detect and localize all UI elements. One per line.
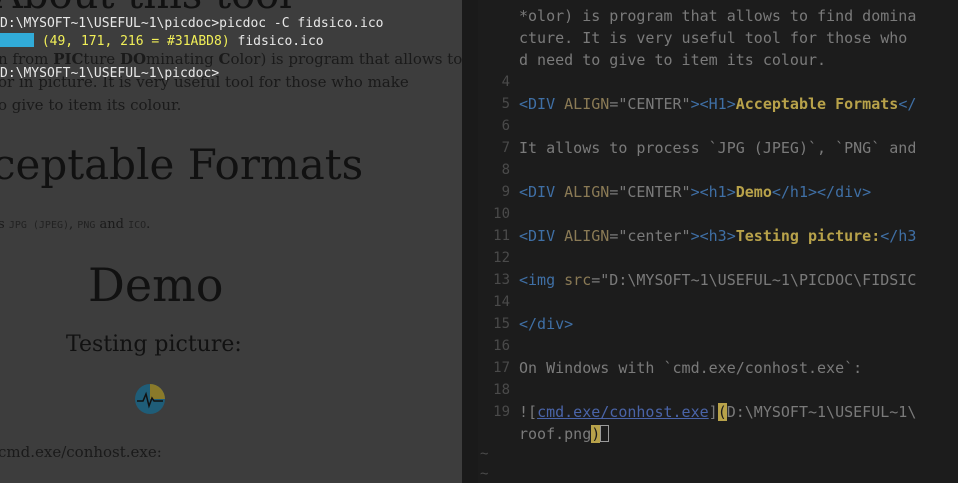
- terminal-result-line: (49, 171, 216 = #31ABD8) fidsico.ico: [0, 32, 324, 52]
- terminal-output: D:\MYSOFT~1\USEFUL~1\picdoc>picdoc -C fi…: [0, 0, 470, 81]
- line-number: 4: [501, 74, 510, 90]
- line-number: 13: [493, 272, 510, 288]
- text-cursor: [600, 425, 610, 442]
- color-value: (49, 171, 216 = #31ABD8): [34, 34, 230, 49]
- code-line-wrap: *olor) is program that allows to find do…: [519, 7, 917, 25]
- line-number: 9: [501, 184, 510, 200]
- line-number: 5: [501, 96, 510, 112]
- code-line-wrap: roof.png): [519, 423, 610, 445]
- code-line: ![cmd.exe/conhost.exe](D:\MYSOFT~1\USEFU…: [519, 403, 917, 421]
- code-line: It allows to process `JPG (JPEG)`, `PNG`…: [519, 139, 917, 157]
- code-editor[interactable]: *olor) is program that allows to find do…: [478, 0, 958, 483]
- terminal-command-line: D:\MYSOFT~1\USEFUL~1\picdoc>picdoc -C fi…: [0, 16, 384, 31]
- code-line: <DIV ALIGN="center"><h3>Testing picture:…: [519, 227, 917, 245]
- line-number: 11: [493, 228, 510, 244]
- file-name: fidsico.ico: [229, 34, 324, 49]
- line-number: 12: [493, 250, 510, 266]
- color-swatch: [0, 33, 34, 47]
- preview-caption: cmd.exe/conhost.exe:: [0, 443, 162, 461]
- code-line-wrap: d need to give to item its colour.: [519, 51, 827, 69]
- line-number: 7: [501, 140, 510, 156]
- line-number: 17: [493, 360, 510, 376]
- line-number: 18: [493, 382, 510, 398]
- preview-formats-line: s JPG (JPEG), PNG and ICO.: [0, 217, 151, 232]
- line-number: 14: [493, 294, 510, 310]
- empty-line-marker: ~: [480, 446, 489, 462]
- code-line: <DIV ALIGN="CENTER"><H1>Acceptable Forma…: [519, 95, 917, 113]
- line-number: 19: [493, 404, 510, 420]
- empty-line-marker: ~: [480, 466, 489, 482]
- preview-heading-formats: ceptable Formats: [0, 140, 364, 189]
- line-number: 6: [501, 118, 510, 134]
- line-number: 15: [493, 316, 510, 332]
- preview-paragraph-line: o give to item its colour.: [0, 96, 182, 114]
- preview-heading-demo: Demo: [88, 258, 224, 312]
- terminal-prompt[interactable]: D:\MYSOFT~1\USEFUL~1\picdoc>: [0, 64, 219, 84]
- code-line-wrap: cture. It is very useful tool for those …: [519, 29, 908, 47]
- code-line: </div>: [519, 315, 574, 333]
- code-line: On Windows with `cmd.exe/conhost.exe`:: [519, 359, 863, 377]
- preview-heading-testing: Testing picture:: [66, 332, 242, 357]
- line-number: 10: [493, 206, 510, 222]
- line-number: 16: [493, 338, 510, 354]
- line-number: 8: [501, 162, 510, 178]
- fids-app-icon: [135, 384, 165, 414]
- code-line: <DIV ALIGN="CENTER"><h1>Demo</h1></div>: [519, 183, 872, 201]
- code-line: <img src="D:\MYSOFT~1\USEFUL~1\PICDOC\FI…: [519, 271, 917, 289]
